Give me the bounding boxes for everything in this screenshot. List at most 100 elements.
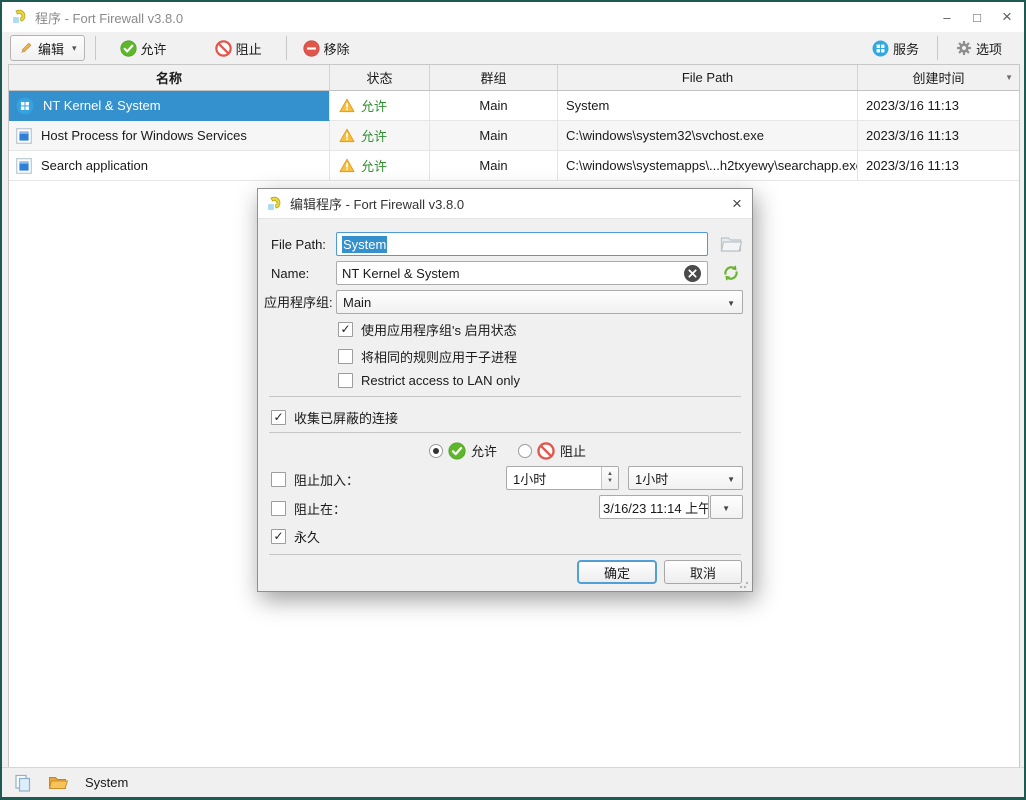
dialog-close-icon[interactable]: ×: [722, 189, 752, 218]
folder-open-icon: [48, 774, 69, 791]
ok-button[interactable]: 确定: [577, 560, 657, 584]
name-label: Name:: [271, 265, 309, 283]
allow-check-icon: [120, 40, 137, 57]
services-windows-icon: [872, 40, 889, 57]
status-text: 允许: [361, 156, 387, 175]
browse-folder-icon[interactable]: [720, 235, 742, 253]
path-text: C:\windows\systemapps\...h2txyewy\search…: [566, 158, 858, 173]
checkbox-label: 阻止在：: [294, 499, 346, 518]
header-file-path[interactable]: File Path: [558, 65, 858, 90]
close-button[interactable]: ×: [992, 2, 1022, 32]
toolbar-separator: [937, 36, 938, 60]
options-button[interactable]: 选项: [956, 39, 1002, 58]
group-text: Main: [479, 98, 507, 113]
allow-button[interactable]: 允许: [120, 39, 167, 58]
remove-button[interactable]: 移除: [303, 39, 350, 58]
edit-menu-button[interactable]: 编辑 ▾: [10, 35, 85, 61]
titlebar: 程序 - Fort Firewall v3.8.0 – □ ×: [2, 2, 1024, 32]
checkbox-block-in[interactable]: 阻止加入：: [271, 470, 359, 489]
chevron-down-icon: ▼: [727, 299, 735, 308]
checkbox-forever[interactable]: ✓ 永久: [271, 527, 320, 546]
block-hours-select[interactable]: 1小时 ▼: [628, 466, 743, 490]
radio-unselected: [518, 444, 532, 458]
app-group-label: 应用程序组:: [264, 294, 333, 312]
table-row[interactable]: Host Process for Windows Services 允许 Mai…: [9, 121, 1019, 151]
created-text: 2023/3/16 11:13: [866, 128, 959, 143]
block-label: 阻止: [236, 39, 262, 58]
app-group-value: Main: [343, 295, 371, 310]
path-text: C:\windows\system32\svchost.exe: [566, 128, 764, 143]
checkbox-collect-blocked[interactable]: ✓ 收集已屏蔽的连接: [271, 408, 398, 427]
checkbox-unchecked: [338, 373, 353, 388]
toolbar: 编辑 ▾ 允许 阻止: [2, 32, 1024, 64]
group-text: Main: [479, 128, 507, 143]
cancel-button[interactable]: 取消: [664, 560, 742, 584]
separator: [269, 432, 741, 433]
datetime-dropdown-button[interactable]: ▼: [710, 495, 743, 519]
checkbox-apply-child[interactable]: 将相同的规则应用于子进程: [338, 347, 517, 366]
header-name[interactable]: 名称: [9, 65, 330, 90]
name-value: NT Kernel & System: [342, 266, 460, 281]
table-row[interactable]: Search application 允许 Main C:\windows\sy…: [9, 151, 1019, 181]
checkbox-label: 收集已屏蔽的连接: [294, 408, 398, 427]
resize-grip[interactable]: [739, 579, 749, 589]
file-path-input[interactable]: System: [336, 232, 708, 256]
clear-icon[interactable]: [684, 265, 701, 282]
status-text: 允许: [361, 126, 387, 145]
app-group-select[interactable]: Main ▼: [336, 290, 743, 314]
toolbar-separator: [286, 36, 287, 60]
header-status[interactable]: 状态: [330, 65, 430, 90]
checkbox-label: 将相同的规则应用于子进程: [361, 347, 517, 366]
options-label: 选项: [976, 39, 1002, 58]
maximize-button[interactable]: □: [962, 2, 992, 32]
edit-label: 编辑: [38, 39, 64, 58]
warning-icon: [339, 128, 355, 143]
minimize-button[interactable]: –: [932, 2, 962, 32]
statusbar-group-text: System: [85, 775, 128, 790]
radio-selected: [429, 444, 443, 458]
block-hours-stepper[interactable]: 1小时 ▲ ▼: [506, 466, 619, 490]
block-slash-icon: [215, 40, 232, 57]
gear-icon: [956, 40, 972, 56]
checkbox-use-group-state[interactable]: ✓ 使用应用程序组's 启用状态: [338, 320, 517, 339]
table-row[interactable]: NT Kernel & System 允许 Main System 2023/3…: [9, 91, 1019, 121]
created-text: 2023/3/16 11:13: [866, 98, 959, 113]
services-label: 服务: [893, 39, 919, 58]
path-text: System: [566, 98, 609, 113]
radio-block[interactable]: 阻止: [518, 441, 586, 460]
copy-icon: [14, 774, 32, 792]
chevron-down-icon: ▾: [72, 43, 77, 54]
created-text: 2023/3/16 11:13: [866, 158, 959, 173]
separator: [269, 396, 741, 397]
checkbox-label: 永久: [294, 527, 320, 546]
name-input[interactable]: NT Kernel & System: [336, 261, 708, 285]
checkbox-unchecked: [271, 472, 286, 487]
radio-allow[interactable]: 允许: [429, 441, 497, 460]
header-created[interactable]: 创建时间 ▼: [858, 65, 1019, 90]
header-group[interactable]: 群组: [430, 65, 558, 90]
group-text: Main: [479, 158, 507, 173]
select-value: 1小时: [635, 469, 668, 488]
block-button[interactable]: 阻止: [215, 39, 262, 58]
stepper-arrows[interactable]: ▲ ▼: [601, 467, 618, 489]
radio-block-label: 阻止: [560, 441, 586, 460]
system-program-icon: [16, 97, 34, 115]
edit-program-dialog: 编辑程序 - Fort Firewall v3.8.0 × File Path:…: [257, 188, 753, 592]
app-window-icon: [16, 128, 32, 144]
refresh-icon[interactable]: [721, 263, 741, 283]
header-created-label: 创建时间: [912, 68, 964, 87]
checkbox-checked: ✓: [338, 322, 353, 337]
services-button[interactable]: 服务: [872, 39, 919, 58]
file-path-label: File Path:: [271, 236, 326, 254]
program-name: Search application: [41, 158, 148, 173]
block-datetime-input[interactable]: 3/16/23 11:14 上午: [599, 495, 709, 519]
remove-label: 移除: [324, 39, 350, 58]
checkbox-block-at[interactable]: 阻止在：: [271, 499, 346, 518]
spin-up-icon: ▲: [607, 471, 613, 478]
spin-down-icon: ▼: [607, 478, 613, 485]
checkbox-label: 使用应用程序组's 启用状态: [361, 320, 517, 339]
program-name: Host Process for Windows Services: [41, 128, 247, 143]
remove-minus-icon: [303, 40, 320, 57]
window-title: 程序 - Fort Firewall v3.8.0: [35, 8, 183, 27]
checkbox-lan-only[interactable]: Restrict access to LAN only: [338, 373, 520, 388]
